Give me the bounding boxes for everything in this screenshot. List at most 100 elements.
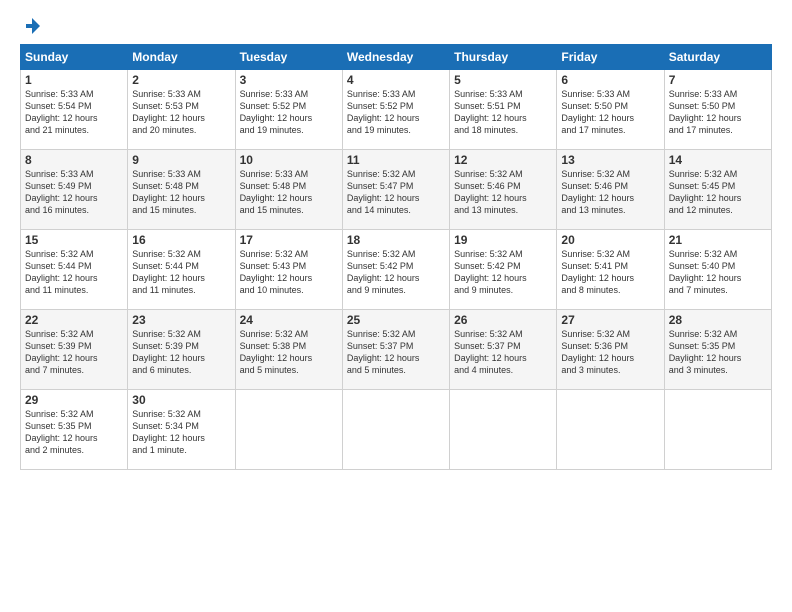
day-info: Sunrise: 5:32 AM Sunset: 5:39 PM Dayligh… xyxy=(132,328,230,377)
day-cell xyxy=(557,390,664,470)
day-number: 30 xyxy=(132,393,230,407)
week-row-4: 22Sunrise: 5:32 AM Sunset: 5:39 PM Dayli… xyxy=(21,310,772,390)
day-number: 10 xyxy=(240,153,338,167)
day-number: 13 xyxy=(561,153,659,167)
day-info: Sunrise: 5:33 AM Sunset: 5:50 PM Dayligh… xyxy=(561,88,659,137)
day-number: 25 xyxy=(347,313,445,327)
day-info: Sunrise: 5:33 AM Sunset: 5:53 PM Dayligh… xyxy=(132,88,230,137)
day-cell: 14Sunrise: 5:32 AM Sunset: 5:45 PM Dayli… xyxy=(664,150,771,230)
day-cell: 22Sunrise: 5:32 AM Sunset: 5:39 PM Dayli… xyxy=(21,310,128,390)
day-cell: 6Sunrise: 5:33 AM Sunset: 5:50 PM Daylig… xyxy=(557,70,664,150)
day-cell: 19Sunrise: 5:32 AM Sunset: 5:42 PM Dayli… xyxy=(450,230,557,310)
day-number: 16 xyxy=(132,233,230,247)
day-info: Sunrise: 5:33 AM Sunset: 5:49 PM Dayligh… xyxy=(25,168,123,217)
week-row-3: 15Sunrise: 5:32 AM Sunset: 5:44 PM Dayli… xyxy=(21,230,772,310)
day-info: Sunrise: 5:32 AM Sunset: 5:42 PM Dayligh… xyxy=(347,248,445,297)
day-cell: 27Sunrise: 5:32 AM Sunset: 5:36 PM Dayli… xyxy=(557,310,664,390)
day-info: Sunrise: 5:33 AM Sunset: 5:54 PM Dayligh… xyxy=(25,88,123,137)
day-number: 6 xyxy=(561,73,659,87)
day-cell: 7Sunrise: 5:33 AM Sunset: 5:50 PM Daylig… xyxy=(664,70,771,150)
day-info: Sunrise: 5:32 AM Sunset: 5:35 PM Dayligh… xyxy=(669,328,767,377)
day-number: 17 xyxy=(240,233,338,247)
day-info: Sunrise: 5:33 AM Sunset: 5:50 PM Dayligh… xyxy=(669,88,767,137)
day-cell: 11Sunrise: 5:32 AM Sunset: 5:47 PM Dayli… xyxy=(342,150,449,230)
day-cell xyxy=(235,390,342,470)
day-info: Sunrise: 5:32 AM Sunset: 5:41 PM Dayligh… xyxy=(561,248,659,297)
day-info: Sunrise: 5:33 AM Sunset: 5:48 PM Dayligh… xyxy=(240,168,338,217)
day-cell: 2Sunrise: 5:33 AM Sunset: 5:53 PM Daylig… xyxy=(128,70,235,150)
day-cell: 21Sunrise: 5:32 AM Sunset: 5:40 PM Dayli… xyxy=(664,230,771,310)
day-cell: 13Sunrise: 5:32 AM Sunset: 5:46 PM Dayli… xyxy=(557,150,664,230)
day-number: 1 xyxy=(25,73,123,87)
day-info: Sunrise: 5:32 AM Sunset: 5:42 PM Dayligh… xyxy=(454,248,552,297)
day-info: Sunrise: 5:32 AM Sunset: 5:37 PM Dayligh… xyxy=(347,328,445,377)
day-info: Sunrise: 5:32 AM Sunset: 5:44 PM Dayligh… xyxy=(132,248,230,297)
day-info: Sunrise: 5:33 AM Sunset: 5:48 PM Dayligh… xyxy=(132,168,230,217)
day-number: 15 xyxy=(25,233,123,247)
day-number: 28 xyxy=(669,313,767,327)
day-info: Sunrise: 5:32 AM Sunset: 5:34 PM Dayligh… xyxy=(132,408,230,457)
day-number: 3 xyxy=(240,73,338,87)
day-cell: 10Sunrise: 5:33 AM Sunset: 5:48 PM Dayli… xyxy=(235,150,342,230)
day-number: 27 xyxy=(561,313,659,327)
day-info: Sunrise: 5:33 AM Sunset: 5:51 PM Dayligh… xyxy=(454,88,552,137)
day-cell: 4Sunrise: 5:33 AM Sunset: 5:52 PM Daylig… xyxy=(342,70,449,150)
day-info: Sunrise: 5:32 AM Sunset: 5:47 PM Dayligh… xyxy=(347,168,445,217)
day-number: 11 xyxy=(347,153,445,167)
day-info: Sunrise: 5:32 AM Sunset: 5:43 PM Dayligh… xyxy=(240,248,338,297)
day-number: 14 xyxy=(669,153,767,167)
calendar-page: SundayMondayTuesdayWednesdayThursdayFrid… xyxy=(0,0,792,612)
day-number: 12 xyxy=(454,153,552,167)
day-number: 21 xyxy=(669,233,767,247)
week-row-2: 8Sunrise: 5:33 AM Sunset: 5:49 PM Daylig… xyxy=(21,150,772,230)
day-info: Sunrise: 5:32 AM Sunset: 5:46 PM Dayligh… xyxy=(454,168,552,217)
day-number: 7 xyxy=(669,73,767,87)
header-saturday: Saturday xyxy=(664,45,771,70)
calendar-header-row: SundayMondayTuesdayWednesdayThursdayFrid… xyxy=(21,45,772,70)
day-cell: 5Sunrise: 5:33 AM Sunset: 5:51 PM Daylig… xyxy=(450,70,557,150)
day-number: 26 xyxy=(454,313,552,327)
week-row-5: 29Sunrise: 5:32 AM Sunset: 5:35 PM Dayli… xyxy=(21,390,772,470)
day-info: Sunrise: 5:32 AM Sunset: 5:38 PM Dayligh… xyxy=(240,328,338,377)
day-number: 23 xyxy=(132,313,230,327)
day-info: Sunrise: 5:32 AM Sunset: 5:37 PM Dayligh… xyxy=(454,328,552,377)
day-info: Sunrise: 5:32 AM Sunset: 5:44 PM Dayligh… xyxy=(25,248,123,297)
day-info: Sunrise: 5:32 AM Sunset: 5:40 PM Dayligh… xyxy=(669,248,767,297)
day-number: 8 xyxy=(25,153,123,167)
day-cell: 8Sunrise: 5:33 AM Sunset: 5:49 PM Daylig… xyxy=(21,150,128,230)
day-number: 19 xyxy=(454,233,552,247)
day-cell xyxy=(342,390,449,470)
day-number: 29 xyxy=(25,393,123,407)
day-number: 24 xyxy=(240,313,338,327)
day-cell: 28Sunrise: 5:32 AM Sunset: 5:35 PM Dayli… xyxy=(664,310,771,390)
day-number: 9 xyxy=(132,153,230,167)
day-cell xyxy=(450,390,557,470)
week-row-1: 1Sunrise: 5:33 AM Sunset: 5:54 PM Daylig… xyxy=(21,70,772,150)
header-thursday: Thursday xyxy=(450,45,557,70)
day-cell: 16Sunrise: 5:32 AM Sunset: 5:44 PM Dayli… xyxy=(128,230,235,310)
day-cell: 12Sunrise: 5:32 AM Sunset: 5:46 PM Dayli… xyxy=(450,150,557,230)
day-cell: 15Sunrise: 5:32 AM Sunset: 5:44 PM Dayli… xyxy=(21,230,128,310)
day-cell: 26Sunrise: 5:32 AM Sunset: 5:37 PM Dayli… xyxy=(450,310,557,390)
day-cell: 23Sunrise: 5:32 AM Sunset: 5:39 PM Dayli… xyxy=(128,310,235,390)
header-wednesday: Wednesday xyxy=(342,45,449,70)
day-number: 20 xyxy=(561,233,659,247)
day-number: 4 xyxy=(347,73,445,87)
day-info: Sunrise: 5:33 AM Sunset: 5:52 PM Dayligh… xyxy=(240,88,338,137)
day-info: Sunrise: 5:32 AM Sunset: 5:39 PM Dayligh… xyxy=(25,328,123,377)
day-cell xyxy=(664,390,771,470)
day-cell: 17Sunrise: 5:32 AM Sunset: 5:43 PM Dayli… xyxy=(235,230,342,310)
logo xyxy=(20,16,42,36)
header-tuesday: Tuesday xyxy=(235,45,342,70)
day-info: Sunrise: 5:32 AM Sunset: 5:45 PM Dayligh… xyxy=(669,168,767,217)
day-cell: 18Sunrise: 5:32 AM Sunset: 5:42 PM Dayli… xyxy=(342,230,449,310)
header-friday: Friday xyxy=(557,45,664,70)
day-number: 2 xyxy=(132,73,230,87)
logo-icon xyxy=(22,16,42,36)
calendar-table: SundayMondayTuesdayWednesdayThursdayFrid… xyxy=(20,44,772,470)
day-info: Sunrise: 5:32 AM Sunset: 5:35 PM Dayligh… xyxy=(25,408,123,457)
day-cell: 25Sunrise: 5:32 AM Sunset: 5:37 PM Dayli… xyxy=(342,310,449,390)
header-sunday: Sunday xyxy=(21,45,128,70)
day-cell: 29Sunrise: 5:32 AM Sunset: 5:35 PM Dayli… xyxy=(21,390,128,470)
day-cell: 3Sunrise: 5:33 AM Sunset: 5:52 PM Daylig… xyxy=(235,70,342,150)
